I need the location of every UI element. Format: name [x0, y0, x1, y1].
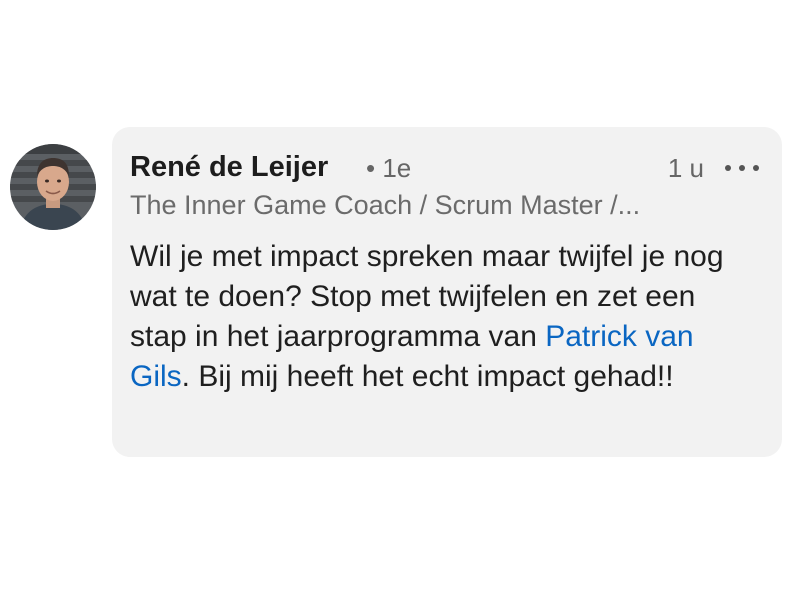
ellipsis-icon	[739, 165, 745, 171]
ellipsis-icon	[725, 165, 731, 171]
more-options-button[interactable]	[722, 157, 762, 179]
ellipsis-icon	[753, 165, 759, 171]
avatar-photo	[10, 144, 96, 230]
author-name[interactable]: René de Leijer	[130, 147, 328, 187]
comment-text-end: . Bij mij heeft het echt impact gehad!!	[181, 360, 674, 393]
comment-thread: René de Leijer • 1e 1 u The Inner Game C…	[0, 0, 800, 600]
comment-timestamp: 1 u	[667, 153, 704, 183]
author-headline: The Inner Game Coach / Scrum Master /...	[130, 190, 641, 220]
comment-bubble: René de Leijer • 1e 1 u The Inner Game C…	[112, 127, 782, 457]
comment-header: René de Leijer • 1e 1 u	[130, 147, 762, 187]
connection-degree: • 1e	[366, 153, 412, 183]
comment-text: Wil je met impact spreken maar twijfel j…	[130, 237, 760, 397]
avatar[interactable]	[10, 144, 96, 230]
